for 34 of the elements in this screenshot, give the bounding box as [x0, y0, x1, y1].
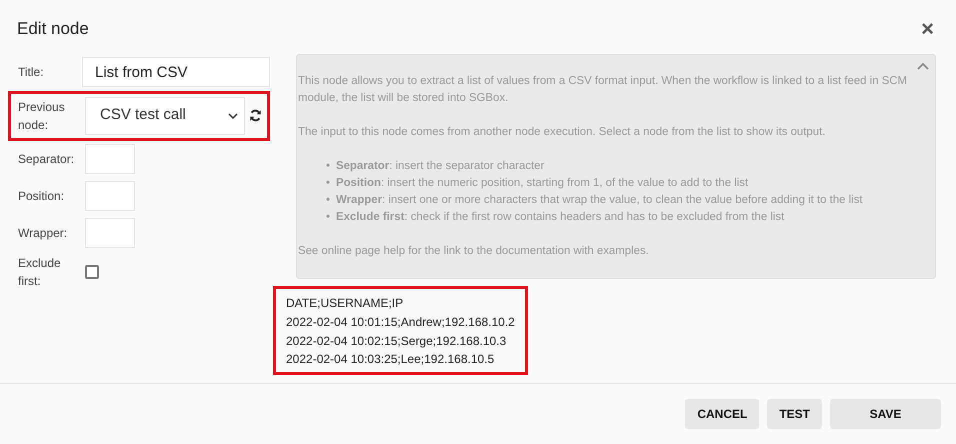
field-label: Separator:: [18, 151, 76, 168]
bullet-marker: •: [326, 158, 330, 174]
text-field[interactable]: [85, 144, 135, 174]
output-line: DATE;USERNAME;IP: [286, 295, 404, 312]
dropdown[interactable]: CSV test call: [85, 96, 245, 134]
dialog-button[interactable]: SAVE: [830, 399, 941, 429]
dialog-button[interactable]: CANCEL: [685, 399, 760, 429]
field-label: Wrapper:: [18, 225, 68, 242]
checkbox[interactable]: [85, 264, 99, 278]
bullet-marker: •: [326, 176, 330, 191]
close-button[interactable]: ×: [917, 18, 938, 40]
bullet-marker: •: [326, 210, 330, 226]
bullet-marker: •: [326, 193, 330, 208]
help-list-item: Position: insert the numeric position, starting from 1, of the value to add to the list: [336, 176, 748, 191]
field-label: Exclude first:: [18, 254, 62, 290]
dialog-button[interactable]: TEST: [767, 399, 822, 429]
refresh-icon[interactable]: [249, 109, 262, 122]
text-field[interactable]: [85, 181, 135, 211]
field-label: Title:: [18, 64, 45, 81]
help-list-item: Exclude first: check if the first row contains headers and has to be excluded from the list: [336, 210, 784, 226]
help-text: The input to this node comes from another node execution. Select a node from the list to show its output.: [298, 124, 826, 140]
dialog-title: Edit node: [17, 18, 89, 40]
output-line: 2022-02-04 10:01:15;Andrew;192.168.10.2: [286, 314, 515, 331]
chevron-down-icon: [228, 112, 238, 118]
help-text: This node allows you to extract a list of values from a CSV format input. When the workflow is linked to a list feed in SCM module, the list will be stored into SGBox.: [298, 74, 908, 106]
help-list-item: Wrapper: insert one or more characters that wrap the value, to clean the value before adding it to the list: [336, 193, 863, 208]
output-line: 2022-02-04 10:02:15;Serge;192.168.10.3: [286, 332, 508, 350]
help-text: See online page help for the link to the documentation with examples.: [298, 244, 650, 260]
text-field[interactable]: List from CSV: [82, 57, 270, 87]
field-label: Position:: [18, 188, 66, 205]
text-field[interactable]: [85, 218, 135, 248]
field-label: Previous node:: [18, 98, 66, 134]
help-list-item: Separator: insert the separator character: [336, 158, 544, 174]
output-line: 2022-02-04 10:03:25;Lee;192.168.10.5: [286, 351, 496, 368]
